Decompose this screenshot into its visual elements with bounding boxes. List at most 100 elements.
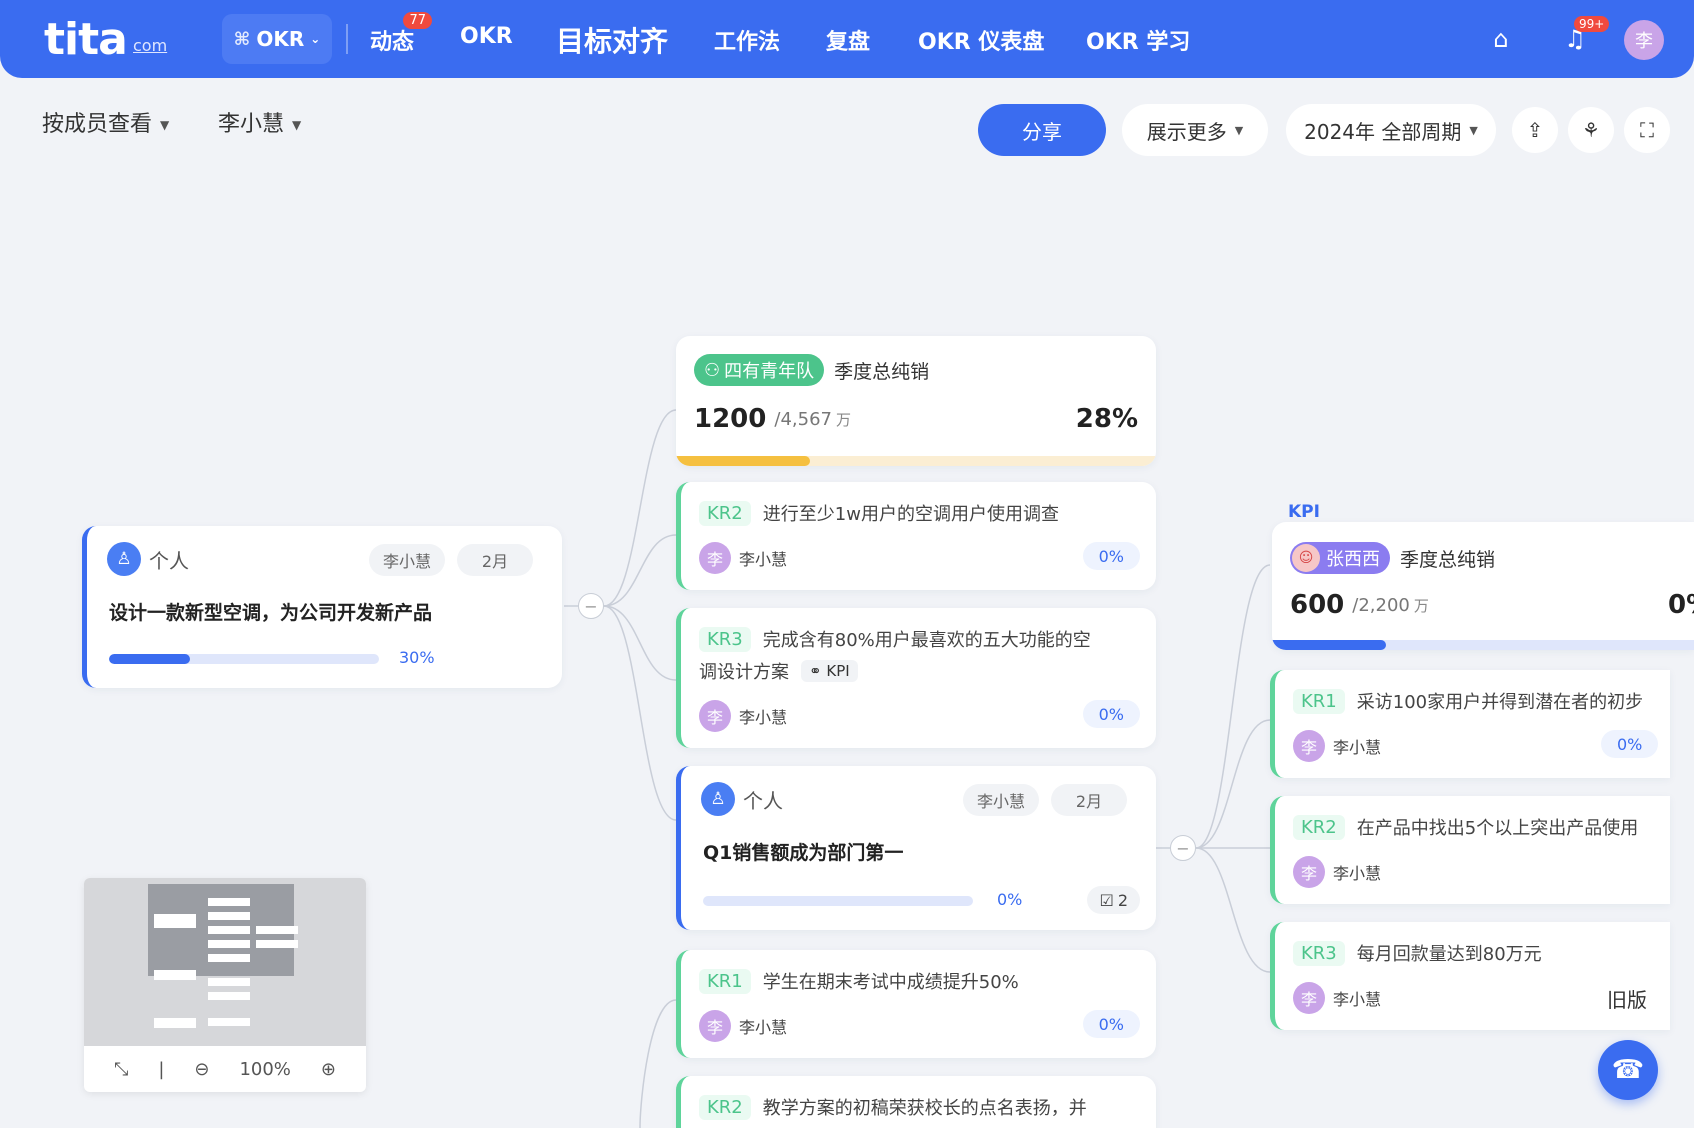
bell-icon[interactable]: ♫ 99+ [1558,16,1610,56]
nav-label: 动态 [370,30,415,55]
owner-name: 李小慧 [739,708,788,727]
kpi-title: 季度总纯销 [1400,548,1496,571]
notification-badge: 77 [403,12,433,29]
kpi-progress-fill [676,456,811,466]
kr-progress: 0% [1082,1010,1140,1038]
key-result-card[interactable]: KR2 进行至少1w用户的空调用户使用调查 李 李小慧 0% [676,482,1156,590]
kpi-progress-fill [1272,640,1386,650]
separator: | [158,1058,165,1080]
period-label: 2024年 全部周期 [1304,119,1462,144]
owner-name: 李小慧 [739,1018,788,1037]
user-face-avatar: ☺ [1292,544,1320,572]
user-avatar[interactable]: 李 [1624,20,1664,60]
kpi-progress-bar [1272,640,1694,650]
progress-fill [109,654,190,664]
owner-avatar: 李 [699,542,731,574]
key-result-card[interactable]: KR1 学生在期末考试中成绩提升50% 李 李小慧 0% [676,950,1156,1058]
kr-text-continued: 调设计方案 [699,662,789,683]
view-mode-label: 按成员查看 [42,112,153,137]
minimap[interactable]: ⤡ | ⊖ 100% ⊕ [84,878,366,1092]
key-result-card[interactable]: KR3 完成含有80%用户最喜欢的五大功能的空 调设计方案 ⚭ KPI 李 李小… [676,608,1156,748]
collapse-minimap-icon[interactable]: ⤡ [114,1059,128,1080]
kr-tag: KR1 [699,968,751,994]
top-nav: tita com ⌘ OKR ⌄ 动态 77 OKR 目标对齐 工作法 复盘 O… [0,0,1694,78]
minimap-node [208,1018,250,1026]
kpi-link-label: KPI [826,662,850,680]
member-dropdown[interactable]: 李小慧 ▼ [218,106,301,138]
kr-text: 进行至少1w用户的空调用户使用调查 [762,504,1059,525]
task-icon: ☑ [1099,890,1114,910]
objective-card[interactable]: ♙ 个人 李小慧 2月 设计一款新型空调，为公司开发新产品 30% [82,526,562,688]
task-count-chip[interactable]: ☑ 2 [1087,886,1140,914]
zoom-out-icon[interactable]: ⊖ [194,1059,209,1080]
kpi-card[interactable]: ☺ 张西西 季度总纯销 600 /2,200 万 0% [1272,522,1694,650]
person-icon: ♙ [107,542,141,576]
kr-text: 在产品中找出5个以上突出产品使用 [1356,818,1639,839]
collapse-toggle[interactable]: − [578,593,604,619]
team-tag: ⚇ 四有青年队 [694,354,825,386]
zoom-in-icon[interactable]: ⊕ [321,1059,336,1080]
kpi-value: 600 [1290,590,1345,620]
nav-item-dashboard[interactable]: OKR 仪表盘 [918,24,1044,56]
kr-text: 学生在期末考试中成绩提升50% [762,972,1019,993]
owner-name: 李小慧 [1333,738,1382,757]
show-more-label: 展示更多 [1146,119,1227,144]
module-switcher[interactable]: ⌘ OKR ⌄ [222,14,332,64]
kr-tag: KR1 [1293,688,1345,714]
nav-item-alignment[interactable]: 目标对齐 [556,20,668,60]
view-mode-dropdown[interactable]: 按成员查看 ▼ [42,106,169,138]
user-tag: ☺ 张西西 [1290,542,1390,574]
objective-progress-bar [109,654,379,664]
kr-text: 每月回款量达到80万元 [1356,944,1542,965]
person-icon: ♙ [701,782,735,816]
objective-progress-bar [703,896,973,906]
team-name: 四有青年队 [724,361,815,382]
old-version-button[interactable]: 旧版 [1600,976,1654,1020]
month-chip: 2月 [457,544,533,576]
bell-badge: 99+ [1574,16,1610,32]
collapse-toggle[interactable]: − [1170,835,1196,861]
owner-avatar: 李 [699,1010,731,1042]
nav-item-learning[interactable]: OKR 学习 [1086,24,1190,56]
objective-card[interactable]: ♙ 个人 李小慧 2月 Q1销售额成为部门第一 0% ☑ 2 [676,766,1156,930]
minimap-node [208,898,250,906]
kr-progress: 0% [1082,700,1140,728]
minimap-node [208,940,250,948]
key-result-card[interactable]: KR1 采访100家用户并得到潜在者的初步 李 李小慧 0% [1270,670,1670,778]
owner-chip: 李小慧 [369,544,445,576]
kpi-percent: 28% [1075,404,1138,434]
period-dropdown[interactable]: 2024年 全部周期 ▼ [1286,104,1496,156]
export-icon[interactable]: ⇪ [1512,107,1558,153]
minimap-node [154,1018,196,1028]
tita-logo[interactable]: tita [44,14,128,65]
customer-service-icon[interactable]: ☎ [1598,1040,1658,1100]
show-more-dropdown[interactable]: 展示更多 ▼ [1122,104,1268,156]
task-count: 2 [1117,890,1128,910]
kpi-card[interactable]: ⚇ 四有青年队 季度总纯销 1200 /4,567 万 28% [676,336,1156,466]
org-tree-icon[interactable]: ⚘ [1568,107,1614,153]
home-icon[interactable]: ⌂ [1484,22,1518,56]
user-name: 张西西 [1326,549,1380,570]
key-result-card[interactable]: KR2 在产品中找出5个以上突出产品使用 李 李小慧 [1270,796,1670,904]
minimap-node [208,992,250,1000]
share-button[interactable]: 分享 [978,104,1106,156]
minimap-controls: ⤡ | ⊖ 100% ⊕ [84,1046,366,1092]
caret-down-icon: ▼ [160,118,170,132]
objective-title: 设计一款新型空调，为公司开发新产品 [109,602,433,624]
owner-avatar: 李 [699,700,731,732]
nav-item-methods[interactable]: 工作法 [714,24,780,56]
kpi-target: /2,200 [1352,594,1410,616]
owner-name: 李小慧 [739,550,788,569]
kr-tag: KR3 [699,626,751,652]
kpi-value: 1200 [694,404,767,434]
kr-text: 教学方案的初稿荣获校长的点名表扬，并 [762,1098,1087,1119]
kr-tag: KR3 [1293,940,1345,966]
nav-item-review[interactable]: 复盘 [826,24,870,56]
nav-item-feed[interactable]: 动态 77 [370,12,433,56]
grid-icon: ⌘ [233,28,251,50]
kpi-link-chip[interactable]: ⚭ KPI [801,660,858,682]
minimap-viewport [84,878,366,1046]
fullscreen-icon[interactable]: ⛶ [1624,107,1670,153]
nav-item-okr[interactable]: OKR [460,24,513,49]
key-result-card[interactable]: KR2 教学方案的初稿荣获校长的点名表扬，并 [676,1076,1156,1128]
